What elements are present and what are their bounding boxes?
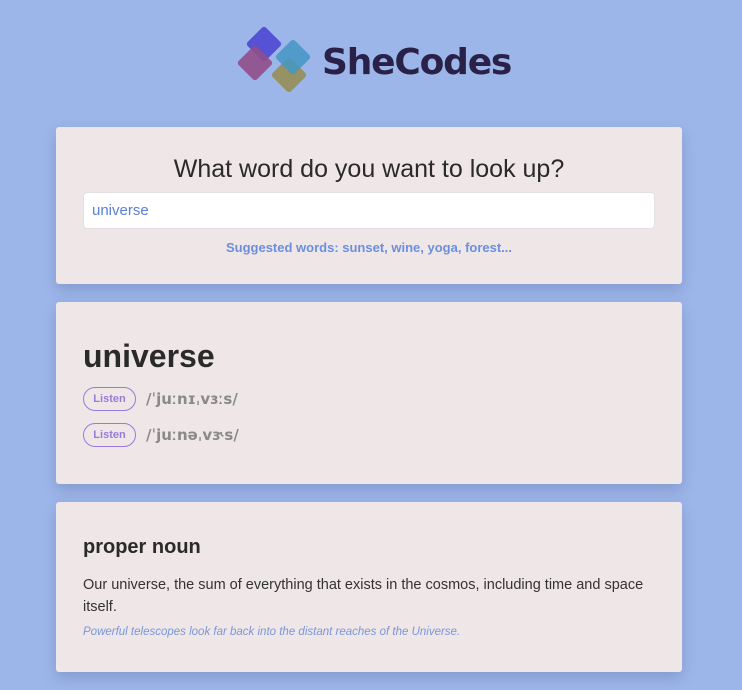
search-card: What word do you want to look up? Sugges…: [56, 127, 682, 284]
phonetic-text: /ˈjuːnɪˌvɜːs/: [146, 390, 238, 408]
search-title: What word do you want to look up?: [173, 155, 565, 183]
example-text: Powerful telescopes look far back into t…: [83, 626, 461, 638]
phonetic-row: Listen /ˈjuːnɪˌvɜːs/: [83, 386, 655, 412]
brand-name: SheCodes: [322, 41, 512, 83]
meaning-card: proper noun Our universe, the sum of eve…: [56, 502, 682, 672]
phonetic-text: /ˈjuːnəˌvɝs/: [146, 426, 239, 444]
shecodes-logo: SheCodes: [236, 22, 512, 104]
shecodes-diamond-logo-icon: [237, 26, 311, 93]
suggested-words: Suggested words: sunset, wine, yoga, for…: [225, 240, 513, 255]
phonetic-row: Listen /ˈjuːnəˌvɝs/: [83, 422, 655, 448]
part-of-speech: proper noun: [83, 536, 201, 558]
listen-button[interactable]: Listen: [83, 387, 136, 411]
result-word: universe: [83, 338, 215, 374]
definition-text: Our universe, the sum of everything that…: [83, 577, 644, 615]
search-input[interactable]: [83, 192, 655, 229]
listen-button[interactable]: Listen: [83, 423, 136, 447]
word-card: universe Listen /ˈjuːnɪˌvɜːs/ Listen /ˈj…: [56, 302, 682, 484]
